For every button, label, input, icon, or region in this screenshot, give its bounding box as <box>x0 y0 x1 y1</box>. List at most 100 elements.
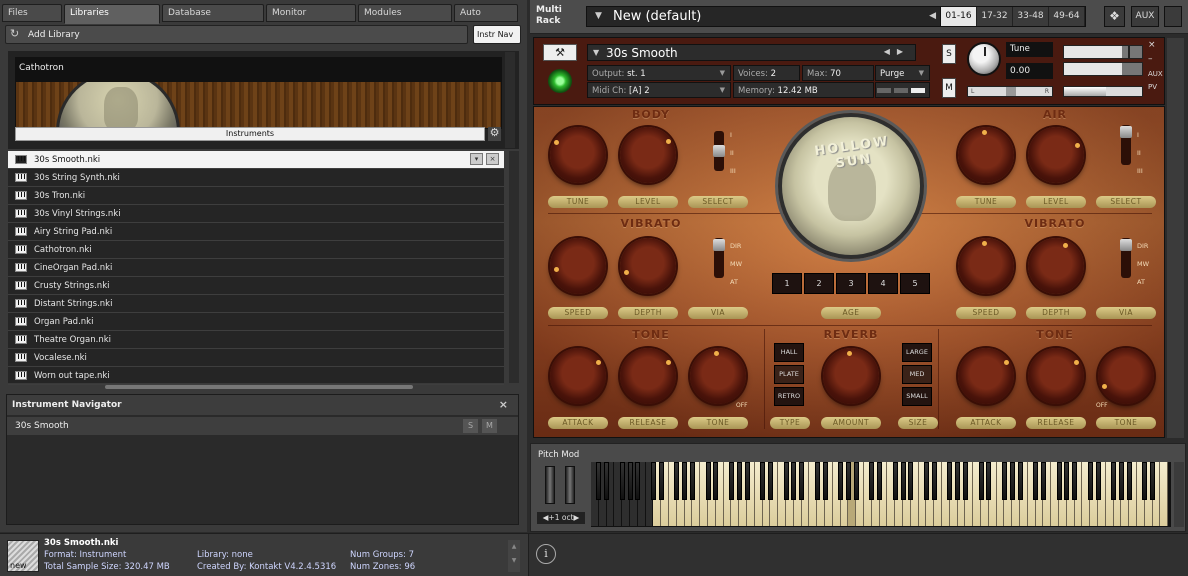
solo-button[interactable]: S <box>463 419 478 433</box>
dropdown-icon[interactable]: ▼ <box>593 48 599 57</box>
black-key[interactable] <box>1111 462 1117 500</box>
black-key[interactable] <box>962 462 968 500</box>
instrument-solo-button[interactable]: S <box>942 44 956 64</box>
black-key[interactable] <box>845 462 851 500</box>
black-key[interactable] <box>931 462 937 500</box>
black-key[interactable] <box>728 462 734 500</box>
tone-knob-right[interactable] <box>1098 348 1154 404</box>
tone-release-knob-left[interactable] <box>620 348 676 404</box>
black-key[interactable] <box>596 462 602 500</box>
black-key[interactable] <box>1064 462 1070 500</box>
black-key[interactable] <box>760 462 766 500</box>
black-key[interactable] <box>689 462 695 500</box>
black-key[interactable] <box>1126 462 1132 500</box>
power-led-icon[interactable] <box>548 69 572 93</box>
switch-handle[interactable] <box>1120 239 1132 251</box>
black-key[interactable] <box>1017 462 1023 500</box>
black-key[interactable] <box>814 462 820 500</box>
info-icon[interactable]: i <box>536 544 556 564</box>
age-button-2[interactable]: 2 <box>804 273 834 294</box>
library-instruments-button[interactable]: Instruments <box>15 127 485 141</box>
reverb-amount-knob[interactable] <box>823 348 879 404</box>
volume-slider[interactable] <box>1063 86 1143 97</box>
body-level-knob[interactable] <box>620 127 676 183</box>
instrument-name-field[interactable]: ▼ 30s Smooth ◀▶ <box>587 44 916 61</box>
add-library-button[interactable]: ↻ Add Library <box>5 25 468 44</box>
tab-page-3[interactable]: 33-48 <box>1013 7 1049 26</box>
prev-next-icon[interactable]: ◀▶ <box>884 47 910 56</box>
vibrato-speed-knob-right[interactable] <box>958 238 1014 294</box>
tab-auto[interactable]: Auto <box>454 4 518 22</box>
air-select-switch[interactable] <box>1120 125 1132 165</box>
age-button-4[interactable]: 4 <box>868 273 898 294</box>
multi-preset-selector[interactable]: ▼ New (default) ◀▶ <box>586 6 962 27</box>
black-key[interactable] <box>658 462 664 500</box>
horizontal-scrollbar[interactable] <box>105 385 413 389</box>
rack-view-icon[interactable]: ❖ <box>1104 6 1125 27</box>
black-key[interactable] <box>908 462 914 500</box>
black-key[interactable] <box>682 462 688 500</box>
black-key[interactable] <box>767 462 773 500</box>
pv-small-label[interactable]: PV <box>1148 83 1157 91</box>
list-item[interactable]: 30s Vinyl Strings.nki <box>8 205 504 223</box>
list-item[interactable]: Crusty Strings.nki <box>8 277 504 295</box>
vibrato-speed-knob-left[interactable] <box>550 238 606 294</box>
black-key[interactable] <box>783 462 789 500</box>
air-level-knob[interactable] <box>1028 127 1084 183</box>
black-key[interactable] <box>1040 462 1046 500</box>
black-key[interactable] <box>986 462 992 500</box>
list-item[interactable]: Vocalese.nki <box>8 349 504 367</box>
list-item[interactable]: 30s Tron.nki <box>8 187 504 205</box>
black-key[interactable] <box>713 462 719 500</box>
pan-slider[interactable]: L R <box>967 86 1053 97</box>
black-key[interactable] <box>1056 462 1062 500</box>
instr-nav-button[interactable]: Instr Nav <box>473 25 521 44</box>
minimize-icon[interactable]: – <box>1148 54 1153 64</box>
close-icon[interactable]: × <box>486 153 499 165</box>
black-key[interactable] <box>799 462 805 500</box>
vibrato-via-switch-right[interactable] <box>1120 238 1132 278</box>
list-item[interactable]: Airy String Pad.nki <box>8 223 504 241</box>
list-item[interactable]: 30s Smooth.nki ▾ × <box>8 151 504 169</box>
age-button-1[interactable]: 1 <box>772 273 802 294</box>
black-key[interactable] <box>744 462 750 500</box>
black-key[interactable] <box>892 462 898 500</box>
midi-channel-selector[interactable]: Midi Ch: [A] 2 ▼ <box>587 82 731 98</box>
rack-scroll-control[interactable] <box>1164 6 1182 27</box>
black-key[interactable] <box>1142 462 1148 500</box>
tab-files[interactable]: Files <box>2 4 62 22</box>
list-item[interactable]: Worn out tape.nki <box>8 367 504 385</box>
reverb-small-button[interactable]: SMALL <box>902 387 932 406</box>
black-key[interactable] <box>1072 462 1078 500</box>
black-key[interactable] <box>650 462 656 500</box>
black-key[interactable] <box>822 462 828 500</box>
list-item[interactable]: Theatre Organ.nki <box>8 331 504 349</box>
aux-button[interactable]: AUX <box>1131 6 1159 27</box>
black-key[interactable] <box>736 462 742 500</box>
tab-page-4[interactable]: 49-64 <box>1049 7 1085 26</box>
pitch-wheel[interactable] <box>545 466 555 504</box>
switch-handle[interactable] <box>713 145 725 157</box>
black-key[interactable] <box>619 462 625 500</box>
vibrato-depth-knob-right[interactable] <box>1028 238 1084 294</box>
list-item[interactable]: 30s String Synth.nki <box>8 169 504 187</box>
reverb-hall-button[interactable]: HALL <box>774 343 804 362</box>
vibrato-via-switch-left[interactable] <box>713 238 725 278</box>
list-item[interactable]: Distant Strings.nki <box>8 295 504 313</box>
dropdown-icon[interactable]: ▼ <box>595 11 602 21</box>
body-tune-knob[interactable] <box>550 127 606 183</box>
vibrato-depth-knob-left[interactable] <box>620 238 676 294</box>
gear-icon[interactable]: ⚙ <box>488 127 501 141</box>
reverb-large-button[interactable]: LARGE <box>902 343 932 362</box>
output-selector[interactable]: Output: st. 1 ▼ <box>587 65 731 81</box>
black-key[interactable] <box>838 462 844 500</box>
tab-page-2[interactable]: 17-32 <box>977 7 1013 26</box>
body-select-switch[interactable] <box>713 131 725 171</box>
tab-monitor[interactable]: Monitor <box>266 4 356 22</box>
octave-selector[interactable]: ◀+1 oct▶ <box>537 512 585 524</box>
keyboard-scrollbar[interactable] <box>1174 462 1184 527</box>
black-key[interactable] <box>1009 462 1015 500</box>
wrench-icon[interactable]: ⚒ <box>543 44 577 61</box>
black-key[interactable] <box>978 462 984 500</box>
list-item[interactable]: CineOrgan Pad.nki <box>8 259 504 277</box>
